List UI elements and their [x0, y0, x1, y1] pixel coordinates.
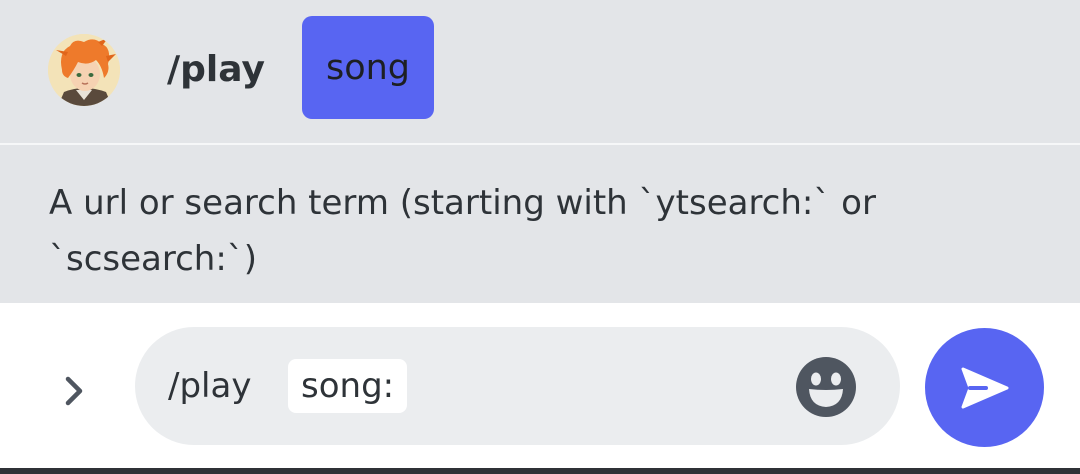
- command-name: /play: [167, 49, 265, 90]
- option-chip-label: song: [325, 47, 411, 88]
- expand-button[interactable]: [48, 365, 100, 417]
- chevron-right-icon: [65, 376, 83, 406]
- command-suggestion-header: /play song: [0, 0, 1080, 143]
- slash-command-composer: /play song A url or search term (startin…: [0, 0, 1080, 474]
- input-command-text: /play: [168, 366, 252, 406]
- send-button[interactable]: [925, 328, 1044, 447]
- bot-avatar: [48, 34, 120, 106]
- emoji-button[interactable]: [795, 356, 857, 418]
- message-input[interactable]: /play song:: [135, 327, 900, 445]
- bottom-edge: [0, 468, 1080, 474]
- message-composer: /play song:: [0, 303, 1080, 468]
- option-chip-song[interactable]: song: [302, 16, 434, 119]
- avatar-illustration: [48, 34, 120, 106]
- option-description-panel: A url or search term (starting with `yts…: [0, 145, 1080, 303]
- send-icon: [961, 367, 1008, 408]
- input-option-token[interactable]: song:: [288, 359, 408, 413]
- option-description: A url or search term (starting with `yts…: [49, 183, 876, 279]
- smiley-face-icon: [796, 357, 856, 417]
